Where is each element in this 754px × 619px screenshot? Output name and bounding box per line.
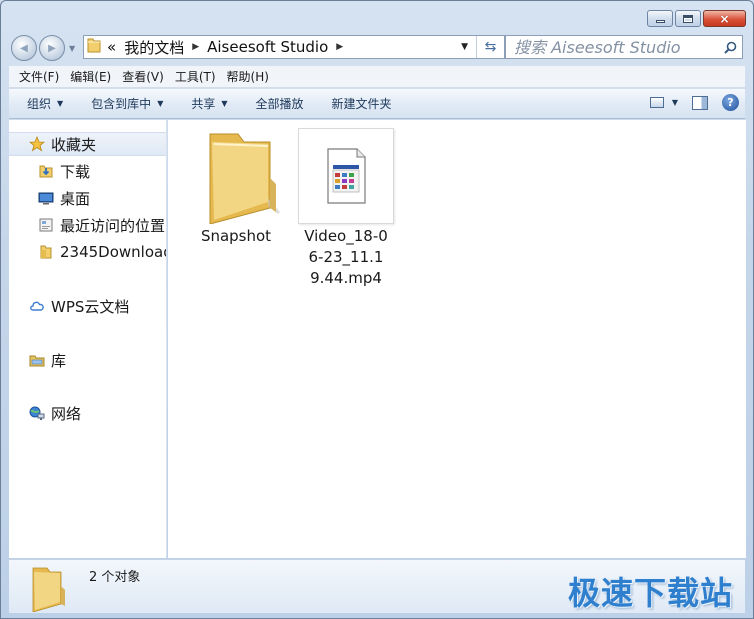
breadcrumb-overflow[interactable]: « (107, 38, 116, 56)
menu-bar: 文件(F) 编辑(E) 查看(V) 工具(T) 帮助(H) (9, 66, 745, 88)
window-controls: × (647, 10, 746, 27)
search-input[interactable] (514, 37, 718, 57)
watermark-logo: 极速下载站 (567, 574, 733, 612)
file-item-name: Video_18-06-23_11.19.44.mp4 (304, 227, 388, 287)
sidebar-group-favorites[interactable]: 收藏夹 (9, 132, 166, 156)
share-label: 共享 (191, 97, 216, 111)
sidebar-item-label: 桌面 (60, 189, 91, 208)
include-in-library-label: 包含到库中 (91, 97, 152, 111)
cloud-icon (29, 298, 45, 314)
download-folder-icon (38, 163, 54, 179)
folder-icon (38, 244, 54, 260)
sidebar-item-desktop[interactable]: 桌面 (9, 186, 166, 210)
details-pane: 2 个对象 极速下载站 (9, 559, 745, 613)
sidebar-group-label: 库 (51, 351, 67, 370)
chevron-down-icon: ▼ (671, 98, 678, 107)
menu-help[interactable]: 帮助(H) (227, 68, 269, 85)
sidebar-group-label: 网络 (51, 404, 82, 423)
sidebar-group-label: WPS云文档 (51, 297, 130, 316)
search-icon[interactable] (718, 41, 742, 54)
breadcrumb-aiseesoft-studio[interactable]: Aiseesoft Studio (207, 38, 328, 56)
network-icon (29, 405, 45, 421)
sidebar-item-recent-places[interactable]: 最近访问的位置 (9, 213, 166, 237)
sidebar-group-network[interactable]: 网络 (9, 401, 166, 425)
refresh-button[interactable]: ⇆ (476, 36, 504, 58)
preview-pane-button[interactable] (692, 95, 708, 110)
desktop-icon (38, 190, 54, 206)
menu-tools[interactable]: 工具(T) (175, 68, 216, 85)
change-view-button[interactable]: ▼ (649, 97, 678, 108)
sidebar-item-label: 最近访问的位置 (60, 216, 166, 235)
media-file-icon (327, 148, 366, 204)
maximize-button[interactable] (675, 10, 701, 27)
chevron-down-icon: ▼ (57, 99, 64, 108)
recent-places-icon (38, 217, 54, 233)
breadcrumb-chevron-icon[interactable]: ▶ (336, 42, 343, 52)
sidebar-group-wps-cloud[interactable]: WPS云文档 (9, 294, 166, 318)
minimize-button[interactable] (647, 10, 673, 27)
video-file-thumbnail (298, 128, 394, 224)
organize-button[interactable]: 组织 ▼ (27, 95, 63, 112)
view-controls: ▼ ? (649, 94, 739, 111)
file-item-video[interactable]: Video_18-06-23_11.19.44.mp4 (298, 128, 394, 289)
item-count: 2 个对象 (89, 570, 141, 585)
chevron-down-icon: ▼ (157, 99, 164, 108)
sidebar-group-label: 收藏夹 (51, 135, 97, 154)
sidebar-item-label: 下载 (60, 162, 91, 181)
star-icon (29, 136, 45, 152)
sidebar-item-label: 2345Downloads (60, 243, 166, 261)
recent-pages-dropdown-icon[interactable]: ▼ (69, 44, 75, 53)
play-all-button[interactable]: 全部播放 (256, 95, 304, 112)
close-icon: × (719, 11, 730, 26)
file-list-pane: Snapshot Video_18-06-23_11.19.44.mp4 (168, 120, 746, 558)
view-icon (649, 97, 664, 108)
forward-button[interactable]: ▶ (39, 35, 65, 61)
address-bar[interactable]: « 我的文档 ▶ Aiseesoft Studio ▶ ▼ ⇆ (83, 35, 505, 59)
sidebar-group-library[interactable]: 库 (9, 348, 166, 372)
back-arrow-icon: ◀ (20, 42, 28, 54)
address-dropdown-icon[interactable]: ▼ (461, 42, 468, 52)
search-box[interactable] (505, 35, 743, 59)
folder-icon (87, 37, 101, 57)
navigation-row: ◀ ▶ ▼ « 我的文档 ▶ Aiseesoft Studio ▶ ▼ ⇆ (9, 33, 745, 61)
close-button[interactable]: × (703, 10, 746, 27)
sidebar-item-2345downloads[interactable]: 2345Downloads (9, 240, 166, 264)
menu-view[interactable]: 查看(V) (122, 68, 164, 85)
command-bar: 组织 ▼ 包含到库中 ▼ 共享 ▼ 全部播放 新建文件夹 ▼ ? (9, 89, 745, 119)
minimize-icon (655, 19, 665, 23)
library-icon (29, 352, 45, 368)
file-item-name: Snapshot (200, 227, 272, 245)
include-in-library-button[interactable]: 包含到库中 ▼ (91, 95, 163, 112)
help-button[interactable]: ? (722, 94, 739, 111)
back-button[interactable]: ◀ (11, 35, 37, 61)
new-folder-button[interactable]: 新建文件夹 (332, 95, 392, 112)
explorer-window: × ◀ ▶ ▼ « 我的文档 ▶ Aiseesoft Studio ▶ ▼ ⇆ … (0, 0, 754, 619)
chevron-down-icon: ▼ (221, 99, 228, 108)
sidebar-item-downloads[interactable]: 下载 (9, 159, 166, 183)
share-button[interactable]: 共享 ▼ (191, 95, 227, 112)
navigation-pane: 收藏夹 下载 桌面 最近访问的位置 2345Downloa WPS云文档 库 网… (9, 120, 167, 558)
breadcrumb-chevron-icon[interactable]: ▶ (192, 42, 199, 52)
folder-icon (25, 566, 69, 616)
menu-edit[interactable]: 编辑(E) (70, 68, 111, 85)
organize-label: 组织 (27, 97, 52, 111)
maximize-icon (683, 14, 693, 23)
file-item-folder[interactable]: Snapshot (188, 128, 284, 247)
breadcrumb-my-documents[interactable]: 我的文档 (124, 37, 184, 58)
forward-arrow-icon: ▶ (48, 42, 56, 54)
large-folder-icon (188, 128, 284, 225)
refresh-icon: ⇆ (484, 39, 497, 55)
menu-file[interactable]: 文件(F) (19, 68, 59, 85)
